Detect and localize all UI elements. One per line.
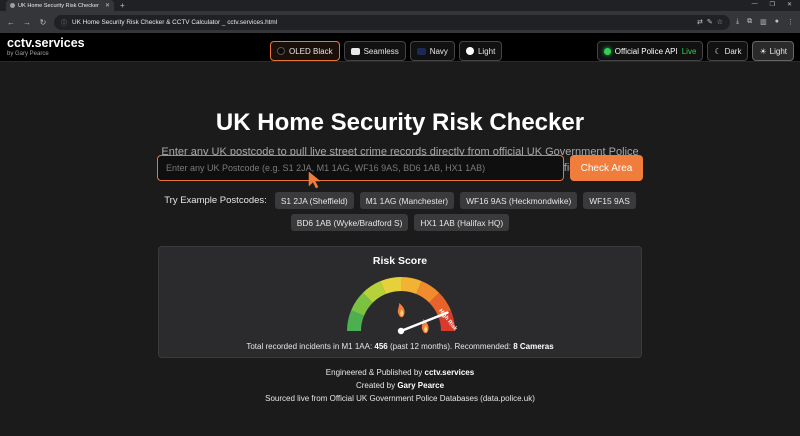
- footer-created: Created by: [355, 381, 396, 390]
- example-postcodes: Try Example Postcodes: S1 2JA (Sheffield…: [150, 192, 650, 231]
- postcode-input[interactable]: Enter any UK Postcode (e.g. S1 2JA, M1 1…: [157, 155, 564, 181]
- search-row: Enter any UK Postcode (e.g. S1 2JA, M1 1…: [157, 155, 643, 181]
- reload-icon[interactable]: ↻: [38, 18, 48, 27]
- back-icon[interactable]: ←: [6, 18, 16, 27]
- mouse-cursor-icon: [308, 171, 321, 189]
- incident-count: 456: [374, 342, 388, 351]
- footer-brand: cctv.services: [424, 368, 475, 377]
- theme-seamless-button[interactable]: Seamless: [343, 41, 406, 61]
- light-swatch-icon: [465, 47, 474, 55]
- theme-label: Light: [477, 46, 496, 56]
- example-chip-manchester[interactable]: M1 1AG (Manchester): [359, 192, 455, 209]
- download-icon[interactable]: ⤓: [736, 18, 739, 26]
- tab-favicon-icon: [10, 3, 15, 8]
- footer-author: Gary Pearce: [397, 381, 445, 390]
- risk-summary: Total recorded incidents in M1 1AA: 456 …: [159, 342, 641, 351]
- bookmark-star-icon[interactable]: ☆: [717, 18, 723, 26]
- dark-mode-button[interactable]: ☾ Dark: [707, 41, 749, 61]
- fire-icon: [397, 303, 405, 318]
- forward-icon[interactable]: →: [22, 18, 32, 27]
- dark-mode-label: Dark: [724, 46, 742, 56]
- risk-score-card: Risk Score High Risk Total recorded inci…: [158, 246, 642, 358]
- police-api-status: Official Police API Live: [596, 41, 704, 61]
- maximize-icon[interactable]: ❐: [770, 1, 775, 8]
- brand-byline: by Gary Pearce: [7, 50, 49, 57]
- header-right: Official Police API Live ☾ Dark ☀ Light: [596, 41, 794, 61]
- tab-title: UK Home Security Risk Checker: [18, 2, 99, 9]
- main-content: UK Home Security Risk Checker Enter any …: [0, 62, 800, 416]
- new-tab-icon[interactable]: +: [120, 1, 125, 11]
- profile-icon[interactable]: ●: [775, 18, 779, 26]
- check-area-button[interactable]: Check Area: [570, 155, 643, 181]
- tab-close-icon[interactable]: ✕: [105, 2, 110, 9]
- example-chip-halifax[interactable]: HX1 1AB (Halifax HQ): [414, 214, 510, 231]
- menu-icon[interactable]: ⋮: [787, 18, 794, 26]
- close-window-icon[interactable]: ✕: [787, 1, 792, 8]
- theme-label: Seamless: [363, 46, 399, 56]
- gauge-hub: [397, 327, 405, 335]
- risk-gauge: High Risk: [347, 277, 458, 335]
- theme-navy-button[interactable]: Navy: [409, 41, 455, 61]
- extension-icon[interactable]: ✎: [707, 18, 713, 26]
- page-title: UK Home Security Risk Checker: [215, 109, 585, 136]
- footer-line-2: Created by Gary Pearce: [0, 379, 800, 392]
- example-chip-sheffield[interactable]: S1 2JA (Sheffield): [274, 192, 354, 209]
- api-label: Official Police API: [614, 46, 678, 56]
- page-info-icon[interactable]: ⓘ: [61, 18, 67, 27]
- browser-tab[interactable]: UK Home Security Risk Checker ✕: [6, 0, 114, 11]
- live-status-dot-icon: [603, 47, 611, 55]
- translate-icon[interactable]: ⇄: [697, 18, 703, 26]
- summary-mid: (past 12 months). Recommended:: [390, 342, 511, 351]
- footer-source: Sourced live from Official UK Government…: [265, 394, 535, 403]
- risk-score-title: Risk Score: [372, 255, 428, 267]
- footer-line-1: Engineered & Published by cctv.services: [0, 366, 800, 379]
- browser-tabstrip: UK Home Security Risk Checker ✕ + — ❐ ✕: [0, 0, 800, 11]
- minimize-icon[interactable]: —: [752, 1, 758, 8]
- sidepanel-icon[interactable]: ▥: [760, 18, 767, 26]
- light-mode-button[interactable]: ☀ Light: [752, 41, 794, 61]
- example-chip-bradford[interactable]: BD6 1AB (Wyke/Bradford S): [290, 214, 409, 231]
- brand[interactable]: cctv.services by Gary Pearce: [7, 35, 85, 58]
- extensions-icon[interactable]: ⧉: [747, 18, 752, 26]
- address-url: UK Home Security Risk Checker & CCTV Cal…: [72, 18, 278, 26]
- footer-engineered: Engineered & Published by: [325, 368, 423, 377]
- api-live-badge: Live: [681, 46, 697, 56]
- seamless-swatch-icon: [350, 47, 360, 55]
- theme-switcher: OLED Black Seamless Navy Light: [270, 41, 503, 61]
- sun-icon: ☀: [759, 46, 767, 56]
- browser-toolbar: ← → ↻ ⓘ UK Home Security Risk Checker & …: [0, 11, 800, 33]
- footer: Engineered & Published by cctv.services …: [0, 366, 800, 405]
- address-bar[interactable]: ⓘ UK Home Security Risk Checker & CCTV C…: [54, 14, 731, 30]
- recommended-cameras: 8 Cameras: [513, 342, 554, 351]
- theme-label: OLED Black: [289, 46, 333, 56]
- example-chip-wf15[interactable]: WF15 9AS: [583, 192, 636, 209]
- theme-oled-black-button[interactable]: OLED Black: [270, 41, 340, 61]
- app-header: cctv.services by Gary Pearce OLED Black …: [0, 33, 800, 62]
- brand-name: cctv.services: [7, 35, 85, 50]
- example-chip-heckmondwike[interactable]: WF16 9AS (Heckmondwike): [460, 192, 578, 209]
- summary-prefix: Total recorded incidents in M1 1AA:: [246, 342, 373, 351]
- window-controls: — ❐ ✕: [752, 1, 792, 8]
- theme-label: Navy: [429, 46, 448, 56]
- moon-icon: ☾: [714, 46, 722, 56]
- navy-swatch-icon: [416, 47, 426, 55]
- examples-label: Try Example Postcodes:: [164, 195, 267, 206]
- oled-swatch-icon: [277, 47, 285, 55]
- light-mode-label: Light: [769, 46, 787, 56]
- theme-light-button[interactable]: Light: [458, 41, 503, 61]
